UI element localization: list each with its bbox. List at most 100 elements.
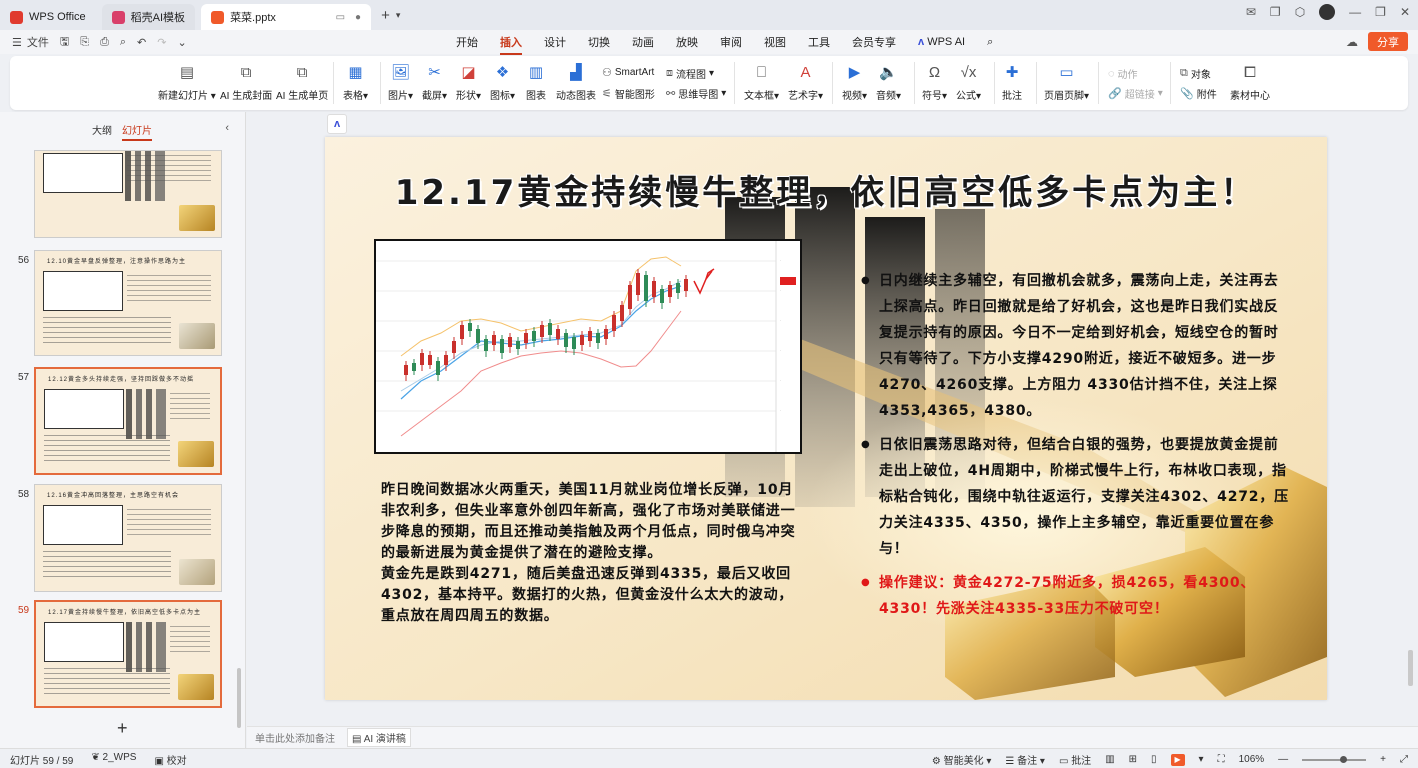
tab-wps-ai[interactable]: ᴧ WPS AI <box>918 36 965 48</box>
mindmap-button[interactable]: ⚯ 思维导图 ▾ <box>666 86 726 101</box>
flowchart-button[interactable]: ⧈ 流程图 ▾ <box>666 66 714 81</box>
add-slide-button[interactable]: + <box>117 718 128 739</box>
hyperlink-button[interactable]: 🔗 超链接 ▾ <box>1108 86 1163 101</box>
tab-slideshow[interactable]: 放映 <box>676 34 698 50</box>
dynamic-chart-button[interactable]: ▟ 动态图表 <box>556 62 596 102</box>
zoom-slider[interactable] <box>1302 755 1367 763</box>
cube-icon[interactable]: ⬡ <box>1295 5 1305 19</box>
print-preview-icon[interactable]: ⌕ <box>120 36 126 49</box>
ai-lecture-button[interactable]: ▤ AI 演讲稿 <box>347 728 411 747</box>
fullscreen-icon[interactable]: ⤢ <box>1400 754 1408 765</box>
smart-shape-button[interactable]: ⚟ 智能图形 <box>602 86 655 101</box>
notes-toggle[interactable]: ☰ 备注 ▾ <box>1005 752 1045 767</box>
monitor-icon[interactable]: ▭ <box>336 12 345 23</box>
mail-icon[interactable]: ✉ <box>1246 5 1256 19</box>
analysis-text[interactable]: 日内继续主多辅空，有回撤机会就多，震荡向上走，关注再去上探高点。昨日回撤就是给了… <box>861 268 1291 630</box>
textbox-button[interactable]: ⎕ 文本框▾ <box>744 62 779 103</box>
grid-view-icon[interactable]: ⊞ <box>1129 754 1137 765</box>
tab-transition[interactable]: 切换 <box>588 34 610 50</box>
tab-daoke-ai[interactable]: 稻壳AI模板 <box>101 4 196 30</box>
tab-insert[interactable]: 插入 <box>500 34 522 55</box>
icon-button[interactable]: ❖ 图标▾ <box>490 62 515 102</box>
slide-thumbnail[interactable]: 12.10黄金早盘反弹整理，注意操作思路为主 <box>34 250 222 356</box>
minimize-icon[interactable]: — <box>1349 5 1361 19</box>
chart-button[interactable]: ▥ 图表 <box>526 62 546 102</box>
chevron-down-icon[interactable]: ⌄ <box>177 36 186 49</box>
normal-view-icon[interactable]: ▥ <box>1105 754 1114 765</box>
notes-input[interactable]: 单击此处添加备注 <box>255 730 335 745</box>
tab-tools[interactable]: 工具 <box>808 34 830 50</box>
canvas-scrollbar[interactable] <box>1408 650 1413 686</box>
search-icon[interactable]: ⌕ <box>987 36 993 49</box>
attachment-button[interactable]: 📎 附件 <box>1180 86 1217 101</box>
chevron-down-icon[interactable]: ▾ <box>1199 754 1204 765</box>
file-menu[interactable]: 文件 <box>27 34 49 50</box>
slide-thumbnail[interactable]: 12.12黄金多头持续走强，坚持回踩做多不动摇 <box>34 367 222 475</box>
beautify-button[interactable]: ⚙ 智能美化 ▾ <box>932 752 992 767</box>
shape-button[interactable]: ◪ 形状▾ <box>456 62 481 102</box>
comment-button[interactable]: ✚ 批注 <box>1002 62 1022 102</box>
proof-button[interactable]: ▣ 校对 <box>154 752 186 767</box>
ai-cover-button[interactable]: ⧉ AI 生成封面 <box>220 62 272 103</box>
tab-outline[interactable]: 大纲 <box>92 122 112 141</box>
zoom-slider-knob[interactable] <box>1340 755 1348 763</box>
tab-wps-office[interactable]: WPS Office <box>0 4 96 30</box>
avatar[interactable] <box>1319 4 1336 20</box>
hamburger-icon[interactable]: ☰ <box>12 36 22 49</box>
tab-design[interactable]: 设计 <box>544 34 566 50</box>
tab-home[interactable]: 开始 <box>456 34 478 50</box>
slide[interactable]: 12.17黄金持续慢牛整理，依旧高空低多卡点为主！ - - - - - - 昨日… <box>325 137 1327 700</box>
tab-pptx-document[interactable]: 菜菜.pptx ▭ ● <box>201 4 372 30</box>
restore-window-icon[interactable]: ❐ <box>1270 5 1281 19</box>
save-icon[interactable]: 🖫 <box>60 33 69 52</box>
maximize-icon[interactable]: ❐ <box>1375 5 1386 19</box>
header-footer-button[interactable]: ▭ 页眉页脚▾ <box>1044 62 1089 102</box>
fit-window-icon[interactable]: ⛶ <box>1218 754 1225 765</box>
slide-thumbnail-selected[interactable]: 12.17黄金持续慢牛整理，依旧高空低多卡点为主 <box>34 600 222 708</box>
tab-animation[interactable]: 动画 <box>632 34 654 50</box>
new-slide-button[interactable]: ▤ 新建幻灯片 ▾ <box>158 62 216 102</box>
wordart-button[interactable]: A 艺术字▾ <box>788 62 823 103</box>
slide-title[interactable]: 12.17黄金持续慢牛整理，依旧高空低多卡点为主！ <box>325 165 1327 214</box>
share-button[interactable]: 分享 <box>1368 32 1408 51</box>
zoom-out-icon[interactable]: — <box>1278 754 1288 765</box>
action-button[interactable]: ◌ 动作 <box>1108 66 1138 82</box>
tab-view[interactable]: 视图 <box>764 34 786 50</box>
audio-button[interactable]: 🔈 音频▾ <box>876 62 901 102</box>
zoom-in-icon[interactable]: + <box>1380 754 1386 765</box>
formula-button[interactable]: √x 公式▾ <box>956 62 981 103</box>
tab-slides[interactable]: 幻灯片 <box>122 122 152 141</box>
tab-member[interactable]: 会员专享 <box>852 34 896 50</box>
news-text[interactable]: 昨日晚间数据冰火两重天，美国11月就业岗位增长反弹，10月非农利多，但失业率意外… <box>381 480 801 627</box>
smartart-button[interactable]: ⚇ SmartArt <box>602 66 654 79</box>
screenshot-button[interactable]: ✂ 截屏▾ <box>422 62 447 102</box>
slide-thumbnail[interactable] <box>34 150 222 238</box>
ai-page-button[interactable]: ⧉ AI 生成单页 <box>276 62 328 103</box>
zoom-level[interactable]: 106% <box>1239 754 1265 765</box>
comments-toggle[interactable]: ▭ 批注 <box>1059 752 1091 767</box>
symbol-button[interactable]: Ω 符号▾ <box>922 62 947 103</box>
video-button[interactable]: ▶ 视频▾ <box>842 62 867 102</box>
chevron-down-icon[interactable]: ▾ <box>396 10 401 21</box>
slide-thumbnail[interactable]: 12.16黄金冲高回落整理，主思路空有机会 <box>34 484 222 592</box>
collapse-panel-icon[interactable]: ‹ <box>225 122 229 134</box>
table-button[interactable]: ▦ 表格▾ <box>343 62 368 102</box>
close-icon[interactable]: ✕ <box>1400 5 1410 19</box>
picture-button[interactable]: 🖼 图片▾ <box>388 62 413 102</box>
play-slideshow-icon[interactable]: ▶ <box>1170 753 1185 766</box>
tab-review[interactable]: 审阅 <box>720 34 742 50</box>
reading-view-icon[interactable]: ▯ <box>1151 754 1157 765</box>
candlestick-chart-image[interactable]: - - - - - - <box>374 239 802 454</box>
redo-icon[interactable]: ↷ <box>157 36 166 49</box>
theme-button[interactable]: ❦ 2_WPS <box>91 752 136 767</box>
new-tab-icon[interactable]: + <box>381 7 390 24</box>
undo-icon[interactable]: ↶ <box>137 36 146 49</box>
object-button[interactable]: ⧉ 对象 <box>1180 66 1211 81</box>
print-icon[interactable]: ⎙ <box>100 36 109 49</box>
cloud-sync-icon[interactable]: ☁ <box>1346 35 1358 49</box>
material-center-button[interactable]: ⧠ 素材中心 <box>1230 62 1270 103</box>
tab-dot-icon[interactable]: ● <box>355 12 361 23</box>
export-icon[interactable]: ⎘ <box>80 36 89 49</box>
wps-ai-icon[interactable]: ᴧ <box>327 114 347 134</box>
panel-scrollbar[interactable] <box>237 668 241 728</box>
